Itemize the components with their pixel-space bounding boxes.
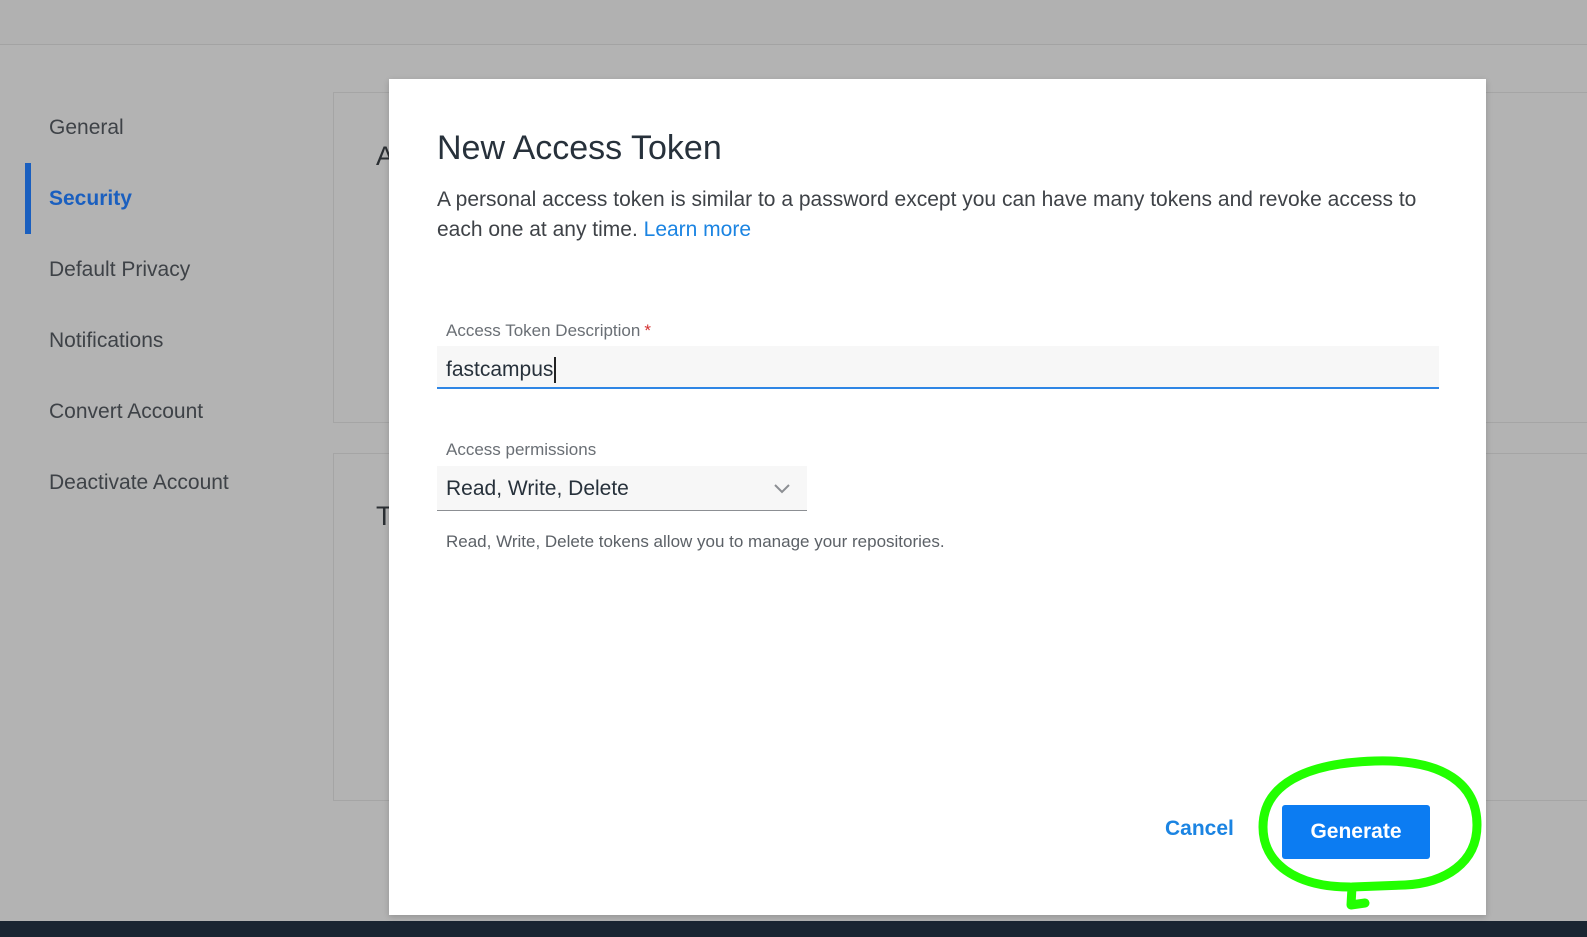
access-token-description-label: Access Token Description * xyxy=(446,321,651,341)
access-permissions-select[interactable]: Read, Write, Delete xyxy=(437,466,807,511)
dialog-title: New Access Token xyxy=(437,129,722,167)
description-text: A personal access token is similar to a … xyxy=(437,188,1417,241)
learn-more-link[interactable]: Learn more xyxy=(644,218,751,241)
sidebar-item-deactivate-account[interactable]: Deactivate Account xyxy=(0,447,330,518)
chevron-down-icon xyxy=(774,484,790,494)
bottom-strip xyxy=(0,921,1587,937)
input-value: fastcampus xyxy=(446,358,554,381)
new-access-token-dialog: New Access Token A personal access token… xyxy=(389,79,1486,915)
cancel-button[interactable]: Cancel xyxy=(1165,817,1234,841)
select-value: Read, Write, Delete xyxy=(446,477,629,500)
sidebar-item-security[interactable]: Security xyxy=(0,163,330,234)
permissions-help-text: Read, Write, Delete tokens allow you to … xyxy=(446,532,945,551)
top-bar xyxy=(0,0,1587,45)
settings-sidebar: General Security Default Privacy Notific… xyxy=(0,92,330,518)
text-cursor xyxy=(554,357,557,384)
sidebar-item-general[interactable]: General xyxy=(0,92,330,163)
access-token-description-input[interactable]: fastcampus xyxy=(437,346,1439,389)
sidebar-item-default-privacy[interactable]: Default Privacy xyxy=(0,234,330,305)
sidebar-item-convert-account[interactable]: Convert Account xyxy=(0,376,330,447)
access-permissions-label: Access permissions xyxy=(446,440,597,459)
dialog-description: A personal access token is similar to a … xyxy=(437,185,1437,245)
sidebar-item-notifications[interactable]: Notifications xyxy=(0,305,330,376)
required-indicator: * xyxy=(644,321,651,340)
label-text: Access Token Description xyxy=(446,321,641,340)
generate-button[interactable]: Generate xyxy=(1282,805,1430,859)
